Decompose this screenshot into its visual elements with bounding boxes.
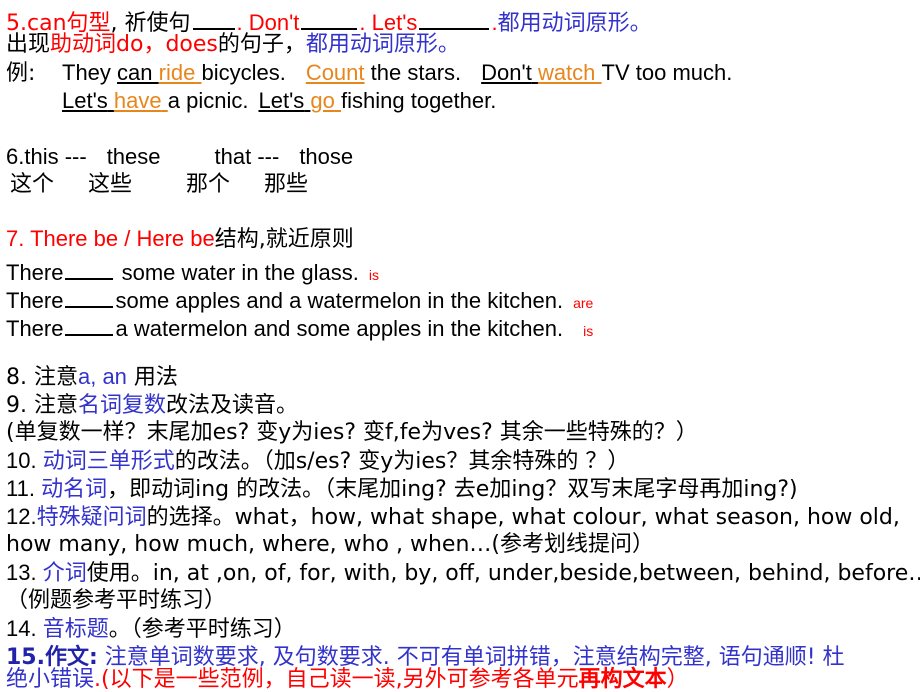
item12-suffix: 的选择。what，how, what shape, what colour, w… bbox=[146, 505, 900, 530]
item13-suffix: 使用。in, at ,on, of, for, with, by, off, u… bbox=[86, 561, 920, 586]
item5-example-line2: Let's have a picnic. Let's go fishing tog… bbox=[62, 90, 496, 112]
item11-number: 11. bbox=[6, 476, 42, 501]
item15-close-paren: ） bbox=[666, 667, 689, 692]
item10-line: 10. 动词三单形式的改法。（加s/es? 变y为ies？其余特殊的 ？） bbox=[6, 450, 629, 473]
s2-blank bbox=[65, 284, 114, 308]
s2-there: There bbox=[6, 288, 64, 313]
item10-third-person: 动词三单形式 bbox=[42, 449, 175, 474]
worksheet-page: 5.can句型, 祈使句. Don't. Let's .都用动词原形。 出现助动词… bbox=[0, 0, 920, 691]
example-label-text: 例: bbox=[6, 61, 36, 86]
ex2-have: have bbox=[113, 88, 162, 113]
item5-line1-rule: 都用动词原形。 bbox=[497, 11, 652, 36]
item13-prepositions: 介词 bbox=[42, 561, 87, 586]
item6-that: that --- bbox=[214, 144, 280, 169]
ex2-go: go bbox=[310, 88, 335, 113]
item12-number: 12. bbox=[6, 504, 37, 529]
item9-note-text: (单复数一样？末尾加es? 变y为ies? 变f,fe为ves? 其余一些特殊的… bbox=[6, 420, 698, 445]
item6-these: these bbox=[106, 144, 161, 169]
item6-english-row: 6.this --- these that --- those bbox=[6, 146, 353, 168]
s1-rest: some water in the glass. bbox=[121, 260, 359, 285]
item8-prefix: 8. 注意 bbox=[6, 365, 78, 390]
item15-requirements-cont: 绝小错误 bbox=[6, 667, 95, 692]
item6-cn-that: 那个 bbox=[186, 172, 231, 197]
ex2-fishing: fishing together. bbox=[341, 88, 497, 113]
item14-suffix: 。（参考平时练习） bbox=[108, 617, 296, 642]
s3-rest: a watermelon and some apples in the kitc… bbox=[115, 316, 564, 341]
s3-answer: is bbox=[583, 323, 594, 339]
ex2-picnic: a picnic. bbox=[167, 88, 249, 113]
ex1-tail: bicycles. bbox=[201, 60, 286, 85]
item13-number: 13. bbox=[6, 560, 43, 585]
item11-suffix: ，即动词ing 的改法。（末尾加ing? 去e加ing？双写末尾字母再加ing?… bbox=[107, 477, 798, 502]
item12-question-words: 特殊疑问词 bbox=[36, 505, 147, 530]
item5-line2: 出现助动词do，does的句子，都用动词原形。 bbox=[6, 33, 460, 56]
item14-phonetics: 音标题 bbox=[42, 617, 109, 642]
item5-line2-auxiliaries: 助动词do，does bbox=[50, 32, 218, 57]
ex1-dont: Don't bbox=[481, 60, 532, 85]
item8-articles: a, an bbox=[77, 364, 127, 389]
item9-noun-plural: 名词复数 bbox=[77, 393, 166, 418]
blank-dont bbox=[301, 6, 358, 30]
item12-line1: 12.特殊疑问词的选择。what，how, what shape, what c… bbox=[6, 506, 900, 529]
item7-heading: 7. There be / Here be结构,就近原则 bbox=[6, 228, 354, 251]
item8-suffix: 用法 bbox=[126, 365, 178, 390]
item7-heading-cn: 结构,就近原则 bbox=[214, 227, 354, 252]
ex1-watch: watch bbox=[537, 60, 596, 85]
s3-there: There bbox=[6, 316, 64, 341]
s3-blank bbox=[65, 312, 114, 336]
item15-rebuild-text: 再构文本 bbox=[578, 667, 667, 692]
item15-line2: 绝小错误.(以下是一些范例，自己读一读,另外可参考各单元再构文本） bbox=[6, 668, 689, 691]
s2-answer: are bbox=[573, 295, 594, 311]
item5-line1: 5.can句型, 祈使句. Don't. Let's .都用动词原形。 bbox=[6, 6, 652, 35]
s1-there: There bbox=[6, 260, 64, 285]
blank-lets bbox=[419, 6, 490, 30]
ex2-lets-2: Let's bbox=[258, 88, 305, 113]
item13-line2: （例题参考平时练习） bbox=[6, 590, 226, 612]
item14-line: 14. 音标题。（参考平时练习） bbox=[6, 618, 296, 641]
item6-this: 6.this --- bbox=[6, 144, 87, 169]
item12-line2: how many, how much, where, who , when…(参… bbox=[6, 534, 654, 556]
blank-imperative bbox=[192, 6, 235, 30]
item13-line2-text: （例题参考平时练习） bbox=[6, 588, 227, 613]
item15-line1: 15.作文: 注意单词数要求, 及句数要求. 不可有单词拼错，注意结构完整, 语… bbox=[6, 646, 845, 669]
item6-cn-this: 这个 bbox=[10, 172, 55, 197]
item5-line2-rule: 都用动词原形。 bbox=[305, 32, 460, 57]
item5-example-label: 例: bbox=[6, 62, 35, 85]
item6-cn-those: 那些 bbox=[264, 172, 309, 197]
item6-cn-these: 这些 bbox=[88, 172, 133, 197]
item9-prefix: 9. 注意 bbox=[6, 393, 78, 418]
item8-line: 8. 注意a, an 用法 bbox=[6, 366, 178, 389]
ex1-count: Count bbox=[305, 60, 365, 85]
s2-rest: some apples and a watermelon in the kitc… bbox=[115, 288, 564, 313]
ex1-subject: They bbox=[62, 60, 118, 85]
item10-suffix: 的改法。（加s/es? 变y为ies？其余特殊的 ？） bbox=[174, 449, 630, 474]
item7-heading-en: 7. There be / Here be bbox=[6, 226, 215, 251]
ex1-stars: the stars. bbox=[370, 60, 462, 85]
item7-sentence-3: There a watermelon and some apples in the… bbox=[6, 312, 593, 340]
item6-chinese-row: 这个 这些 那个 那些 bbox=[10, 174, 308, 196]
item7-sentence-1: There some water in the glass. is bbox=[6, 256, 379, 284]
item9-line: 9. 注意名词复数改法及读音。 bbox=[6, 394, 298, 417]
item13-line1: 13. 介词使用。in, at ,on, of, for, with, by, … bbox=[6, 562, 920, 585]
ex1-ride: ride bbox=[158, 60, 196, 85]
item12-line2-text: how many, how much, where, who , when…(参… bbox=[6, 532, 654, 557]
ex2-lets-1: Let's bbox=[62, 88, 108, 113]
ex1-tv: TV too much. bbox=[601, 60, 733, 85]
item9-suffix: 改法及读音。 bbox=[166, 393, 299, 418]
item14-number: 14. bbox=[6, 616, 43, 641]
ex1-can: can bbox=[117, 60, 153, 85]
item5-example-line1: They can ride bicycles. Count the stars. D… bbox=[62, 62, 732, 84]
item11-gerund: 动名词 bbox=[41, 477, 108, 502]
s1-answer: is bbox=[368, 267, 379, 283]
s1-blank bbox=[65, 256, 114, 280]
item9-note: (单复数一样？末尾加es? 变y为ies? 变f,fe为ves? 其余一些特殊的… bbox=[6, 422, 698, 444]
item6-those: those bbox=[299, 144, 354, 169]
item10-number: 10. bbox=[6, 448, 43, 473]
item7-sentence-2: There some apples and a watermelon in the… bbox=[6, 284, 593, 312]
item15-samples-note: .(以下是一些范例，自己读一读,另外可参考各单元 bbox=[94, 667, 579, 692]
item11-line: 11. 动名词，即动词ing 的改法。（末尾加ing? 去e加ing？双写末尾字… bbox=[6, 478, 798, 501]
item5-line2-prefix: 出现 bbox=[6, 32, 51, 57]
item5-line2-mid: 的句子， bbox=[217, 32, 306, 57]
